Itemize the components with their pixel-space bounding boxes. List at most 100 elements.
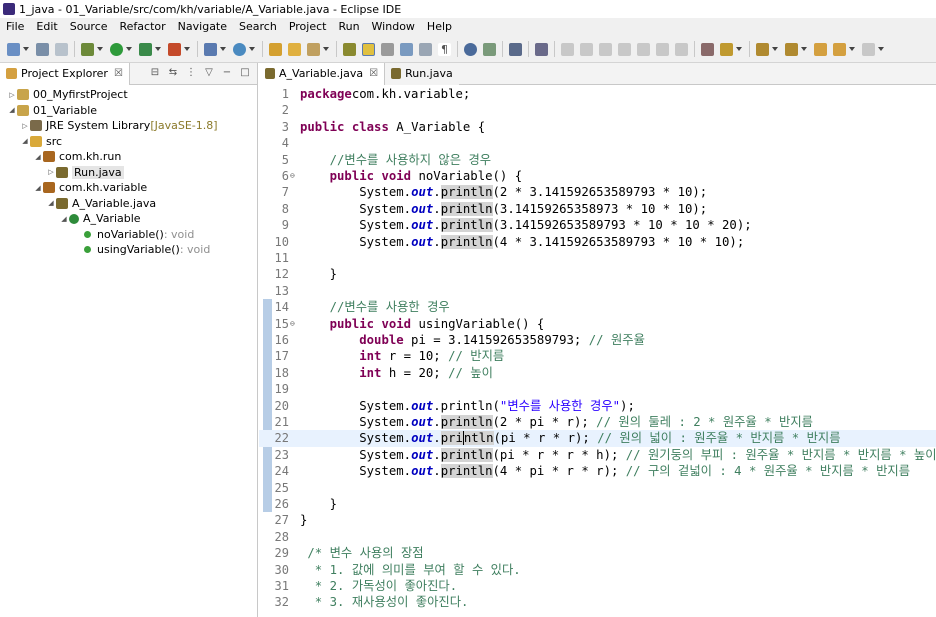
back-icon[interactable] bbox=[814, 42, 827, 56]
toggle-block-icon[interactable] bbox=[381, 42, 394, 56]
last-edit-icon[interactable] bbox=[756, 42, 769, 56]
expand-toggle-icon[interactable]: ◢ bbox=[60, 215, 68, 223]
open-folder-icon[interactable] bbox=[288, 42, 301, 56]
open-type-icon[interactable] bbox=[269, 42, 282, 56]
expand-toggle-icon[interactable]: ◢ bbox=[47, 199, 55, 207]
code-line[interactable]: 19 bbox=[259, 381, 936, 397]
minimize-icon[interactable]: − bbox=[221, 67, 233, 79]
close-icon[interactable]: ☒ bbox=[369, 68, 378, 79]
tree-item[interactable]: ◢ com.kh.run bbox=[0, 149, 257, 165]
prev-annotation-icon[interactable] bbox=[720, 42, 733, 56]
code-line[interactable]: 21 System.out.println(2 * pi * r); // 원의… bbox=[259, 414, 936, 430]
editor-tab-a-variable[interactable]: A_Variable.java ☒ bbox=[259, 62, 386, 85]
menu-help[interactable]: Help bbox=[421, 18, 458, 36]
tree-item[interactable]: usingVariable() : void bbox=[0, 242, 257, 258]
code-line[interactable]: 4 bbox=[259, 135, 936, 151]
code-line[interactable]: 25 bbox=[259, 480, 936, 496]
step-into-icon[interactable] bbox=[637, 42, 650, 56]
save-all-icon[interactable] bbox=[55, 42, 68, 56]
highlight-icon[interactable] bbox=[362, 42, 375, 56]
code-line[interactable]: 1 packagecom.kh.variable; bbox=[259, 86, 936, 102]
new-java-project-icon[interactable] bbox=[204, 42, 217, 56]
tree-item[interactable]: ▷ Run.java bbox=[0, 165, 257, 181]
next-edit-icon[interactable] bbox=[785, 42, 798, 56]
menu-refactor[interactable]: Refactor bbox=[114, 18, 172, 36]
code-line[interactable]: 22 System.out.println(pi * r * r); // 원의… bbox=[259, 430, 936, 447]
code-line[interactable]: 23 System.out.println(pi * r * r * h); /… bbox=[259, 447, 936, 463]
code-line[interactable]: 14 //변수를 사용한 경우 bbox=[259, 299, 936, 315]
debug-icon[interactable] bbox=[81, 42, 94, 56]
coverage-icon[interactable] bbox=[139, 42, 152, 56]
menu-project[interactable]: Project bbox=[283, 18, 333, 36]
search-icon[interactable] bbox=[307, 42, 320, 56]
web-browser-icon[interactable] bbox=[464, 42, 477, 56]
suspend-icon[interactable] bbox=[580, 42, 593, 56]
new-icon[interactable] bbox=[7, 42, 20, 56]
code-line[interactable]: 5 //변수를 사용하지 않은 경우 bbox=[259, 152, 936, 168]
step-return-icon[interactable] bbox=[675, 42, 688, 56]
resume-icon[interactable] bbox=[561, 42, 574, 56]
menu-navigate[interactable]: Navigate bbox=[172, 18, 233, 36]
expand-toggle-icon[interactable]: ▷ bbox=[21, 122, 29, 130]
tree-item[interactable]: ▷ JRE System Library [JavaSE-1.8] bbox=[0, 118, 257, 134]
menu-window[interactable]: Window bbox=[366, 18, 421, 36]
code-line[interactable]: 26 } bbox=[259, 496, 936, 512]
fold-toggle-icon[interactable]: ⊖ bbox=[290, 168, 295, 184]
code-line[interactable]: 28 bbox=[259, 529, 936, 545]
code-line[interactable]: 7 System.out.println(2 * 3.1415926535897… bbox=[259, 184, 936, 200]
next-annotation-icon[interactable] bbox=[701, 42, 714, 56]
maximize-icon[interactable]: □ bbox=[239, 67, 251, 79]
code-line[interactable]: 2 bbox=[259, 102, 936, 118]
tree-item[interactable]: ◢ com.kh.variable bbox=[0, 180, 257, 196]
tree-item[interactable]: ◢ A_Variable.java bbox=[0, 196, 257, 212]
toggle-mark-icon[interactable] bbox=[343, 42, 356, 56]
code-line[interactable]: 32 * 3. 재사용성이 좋아진다. bbox=[259, 594, 936, 610]
expand-toggle-icon[interactable]: ◢ bbox=[21, 137, 29, 145]
menu-edit[interactable]: Edit bbox=[30, 18, 63, 36]
console-icon[interactable] bbox=[509, 42, 522, 56]
tree-item[interactable]: ◢ src bbox=[0, 134, 257, 150]
view-menu-icon[interactable]: ▽ bbox=[203, 67, 215, 79]
step-over-icon[interactable] bbox=[656, 42, 669, 56]
code-line[interactable]: 15 ⊖ public void usingVariable() { bbox=[259, 316, 936, 332]
menu-source[interactable]: Source bbox=[64, 18, 114, 36]
back-arrow-icon[interactable] bbox=[833, 42, 846, 56]
tree-item[interactable]: noVariable() : void bbox=[0, 227, 257, 243]
skip-breakpoints-icon[interactable] bbox=[535, 42, 548, 56]
code-line[interactable]: 12 } bbox=[259, 266, 936, 282]
save-icon[interactable] bbox=[36, 42, 49, 56]
code-line[interactable]: 6 ⊖ public void noVariable() { bbox=[259, 168, 936, 184]
tree-item[interactable]: ◢ 01_Variable bbox=[0, 103, 257, 119]
code-line[interactable]: 18 int h = 20; // 높이 bbox=[259, 365, 936, 381]
run-icon[interactable] bbox=[110, 42, 123, 56]
filter-icon[interactable]: ⋮ bbox=[185, 67, 197, 79]
expand-toggle-icon[interactable]: ▷ bbox=[47, 168, 55, 176]
code-line[interactable]: 10 System.out.println(4 * 3.141592653589… bbox=[259, 234, 936, 250]
expand-toggle-icon[interactable]: ◢ bbox=[34, 184, 42, 192]
code-line[interactable]: 27} bbox=[259, 512, 936, 528]
word-wrap-icon[interactable] bbox=[400, 42, 413, 56]
new-class-icon[interactable] bbox=[233, 42, 246, 56]
disconnect-icon[interactable] bbox=[618, 42, 631, 56]
menu-run[interactable]: Run bbox=[332, 18, 365, 36]
code-line[interactable]: 31 * 2. 가독성이 좋아진다. bbox=[259, 578, 936, 594]
expand-toggle-icon[interactable]: ▷ bbox=[8, 91, 16, 99]
code-line[interactable]: 29 /* 변수 사용의 장점 bbox=[259, 545, 936, 561]
code-line[interactable]: 13 bbox=[259, 283, 936, 299]
tree-item[interactable]: ▷ 00_MyfirstProject bbox=[0, 87, 257, 103]
expand-toggle-icon[interactable]: ◢ bbox=[8, 106, 16, 114]
menu-file[interactable]: File bbox=[0, 18, 30, 36]
expand-toggle-icon[interactable]: ◢ bbox=[34, 153, 42, 161]
code-line[interactable]: 8 System.out.println(3.14159265358973 * … bbox=[259, 201, 936, 217]
toggle-breadcrumb-icon[interactable] bbox=[419, 42, 432, 56]
code-line[interactable]: 17 int r = 10; // 반지름 bbox=[259, 348, 936, 364]
code-line[interactable]: 30 * 1. 값에 의미를 부여 할 수 있다. bbox=[259, 562, 936, 578]
code-line[interactable]: 16 double pi = 3.141592653589793; // 원주율 bbox=[259, 332, 936, 348]
close-icon[interactable]: ☒ bbox=[114, 68, 123, 79]
code-line[interactable]: 20 System.out.println("변수를 사용한 경우"); bbox=[259, 398, 936, 414]
code-line[interactable]: 24 System.out.println(4 * pi * r * r); /… bbox=[259, 463, 936, 479]
code-line[interactable]: 9 System.out.println(3.141592653589793 *… bbox=[259, 217, 936, 233]
tree-item[interactable]: ◢ A_Variable bbox=[0, 211, 257, 227]
code-line[interactable]: 3 public class A_Variable { bbox=[259, 119, 936, 135]
fold-toggle-icon[interactable]: ⊖ bbox=[290, 316, 295, 332]
